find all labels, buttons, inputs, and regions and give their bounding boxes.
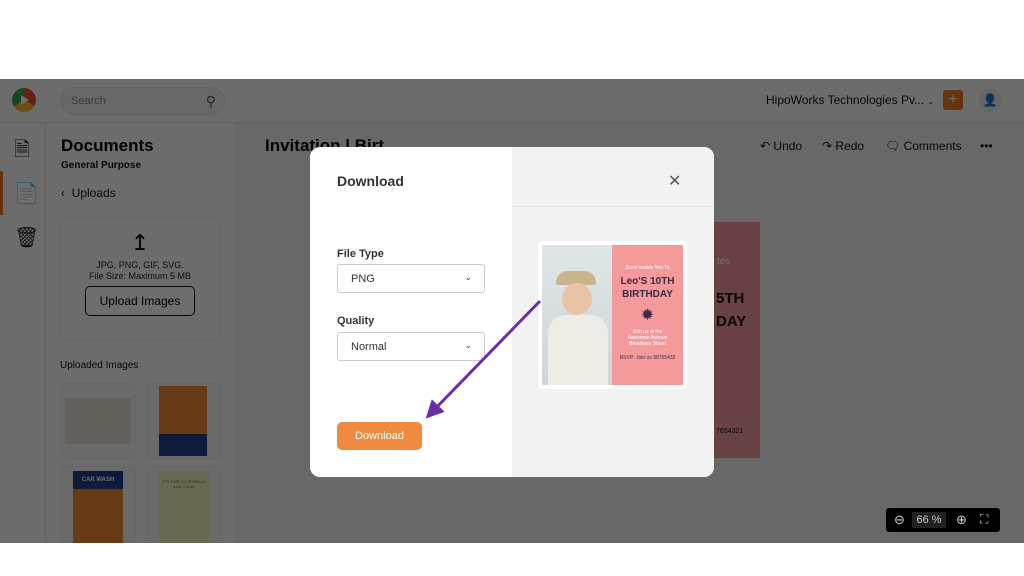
upload-images-button[interactable]: Upload Images xyxy=(84,286,196,316)
uploaded-image-thumb[interactable] xyxy=(146,383,222,459)
undo-label: Undo xyxy=(773,139,803,153)
document-icon[interactable]: 📄 xyxy=(14,181,39,206)
undo-button[interactable]: ↶ Undo xyxy=(760,139,802,153)
file-type-select[interactable]: PNG ⌄ xyxy=(337,264,485,293)
comments-button[interactable]: 🗨 Comments xyxy=(885,139,962,153)
chevron-left-icon: ‹ xyxy=(61,186,65,200)
app-logo[interactable] xyxy=(12,88,36,112)
annotation-arrow xyxy=(425,299,542,419)
doc-text: DAY xyxy=(716,313,747,330)
child-photo xyxy=(542,245,612,385)
download-button[interactable]: Download xyxy=(337,422,422,450)
active-indicator xyxy=(0,171,3,215)
comment-icon: 🗨 xyxy=(885,139,901,153)
uploaded-image-thumb[interactable] xyxy=(60,383,136,459)
zoom-out-icon[interactable]: ⊖ xyxy=(894,512,905,528)
thumb-text: CAR WASH xyxy=(73,471,123,489)
search-icon[interactable]: ⚲ xyxy=(206,93,216,110)
thumb-text: IT'S TIME TO SPARKLE AND SHINE xyxy=(159,471,209,543)
dialog-title: Download xyxy=(337,173,404,189)
org-name: HipoWorks Technologies Pv... xyxy=(766,93,925,107)
zoom-value: 66 xyxy=(916,514,929,526)
file-type-label: File Type xyxy=(337,248,384,260)
documents-panel: Documents General Purpose ‹ Uploads ↥ JP… xyxy=(46,123,236,543)
redo-button[interactable]: ↷ Redo xyxy=(822,139,864,153)
preview-rsvp: RSVP: Join us 98765432 xyxy=(619,355,676,361)
panel-subtitle: General Purpose xyxy=(61,160,142,171)
upload-dropzone[interactable]: ↥ JPG, PNG, GIF, SVG. File Size: Maximum … xyxy=(60,217,220,341)
arrow-line xyxy=(425,299,542,419)
add-button[interactable]: + xyxy=(943,90,963,110)
redo-label: Redo xyxy=(835,139,865,153)
redo-icon: ↷ xyxy=(822,139,833,153)
comments-label: Comments xyxy=(903,139,962,153)
file-icon[interactable]: 🗎 xyxy=(14,135,30,169)
invitation-text-side: Good invites You To Leo'S 10TH BIRTHDAY … xyxy=(612,245,683,385)
organization-selector[interactable]: HipoWorks Technologies Pv... ⌄ xyxy=(766,93,934,107)
upload-icon: ↥ xyxy=(130,230,150,255)
quality-label: Quality xyxy=(337,315,375,327)
preview-small-text: Good invites You To xyxy=(625,265,670,271)
uploaded-images-label: Uploaded Images xyxy=(60,360,139,371)
search-placeholder: Search xyxy=(71,95,106,107)
design-preview: Good invites You To Leo'S 10TH BIRTHDAY … xyxy=(538,241,687,389)
sidebar-rail: 🗎 📄 🗑 xyxy=(0,123,46,543)
zoom-in-icon[interactable]: ⊕ xyxy=(956,512,967,528)
more-options-button[interactable]: ••• xyxy=(980,139,993,153)
trash-icon[interactable]: 🗑 xyxy=(14,225,39,250)
stars-icon: ✹ xyxy=(640,307,655,324)
zoom-unit: % xyxy=(931,514,942,526)
zoom-level[interactable]: 66 % xyxy=(912,512,946,528)
close-icon[interactable]: ✕ xyxy=(668,171,681,191)
file-type-value: PNG xyxy=(351,273,375,285)
upload-size: File Size: Maximum 5 MB xyxy=(88,271,192,281)
panel-title: Documents xyxy=(61,136,154,155)
back-label: Uploads xyxy=(71,186,116,200)
uploaded-image-thumb[interactable]: IT'S TIME TO SPARKLE AND SHINE xyxy=(146,466,222,543)
doc-text: tes xyxy=(717,256,731,267)
doc-text: 5TH xyxy=(716,290,745,307)
preview-details: Join us at the Awesome Avenue Broadway S… xyxy=(627,329,668,347)
doc-text: 7654321 xyxy=(716,428,744,435)
upload-formats: JPG, PNG, GIF, SVG. xyxy=(96,260,184,270)
user-avatar-icon[interactable]: 👤 xyxy=(978,88,1002,112)
back-to-uploads[interactable]: ‹ Uploads xyxy=(61,186,116,200)
fullscreen-icon[interactable]: ⛶ xyxy=(980,512,988,527)
top-bar: Search ⚲ HipoWorks Technologies Pv... ⌄ +… xyxy=(0,79,1024,123)
search-input[interactable]: Search ⚲ xyxy=(60,87,225,115)
zoom-control: ⊖ 66 % ⊕ ⛶ xyxy=(886,508,1000,532)
quality-value: Normal xyxy=(351,341,387,353)
undo-icon: ↶ xyxy=(760,139,771,153)
chevron-down-icon: ⌄ xyxy=(927,97,935,106)
preview-heading: Leo'S 10TH BIRTHDAY xyxy=(620,276,675,300)
chevron-down-icon: ⌄ xyxy=(464,272,472,282)
uploaded-image-thumb[interactable]: CAR WASH xyxy=(60,466,136,543)
